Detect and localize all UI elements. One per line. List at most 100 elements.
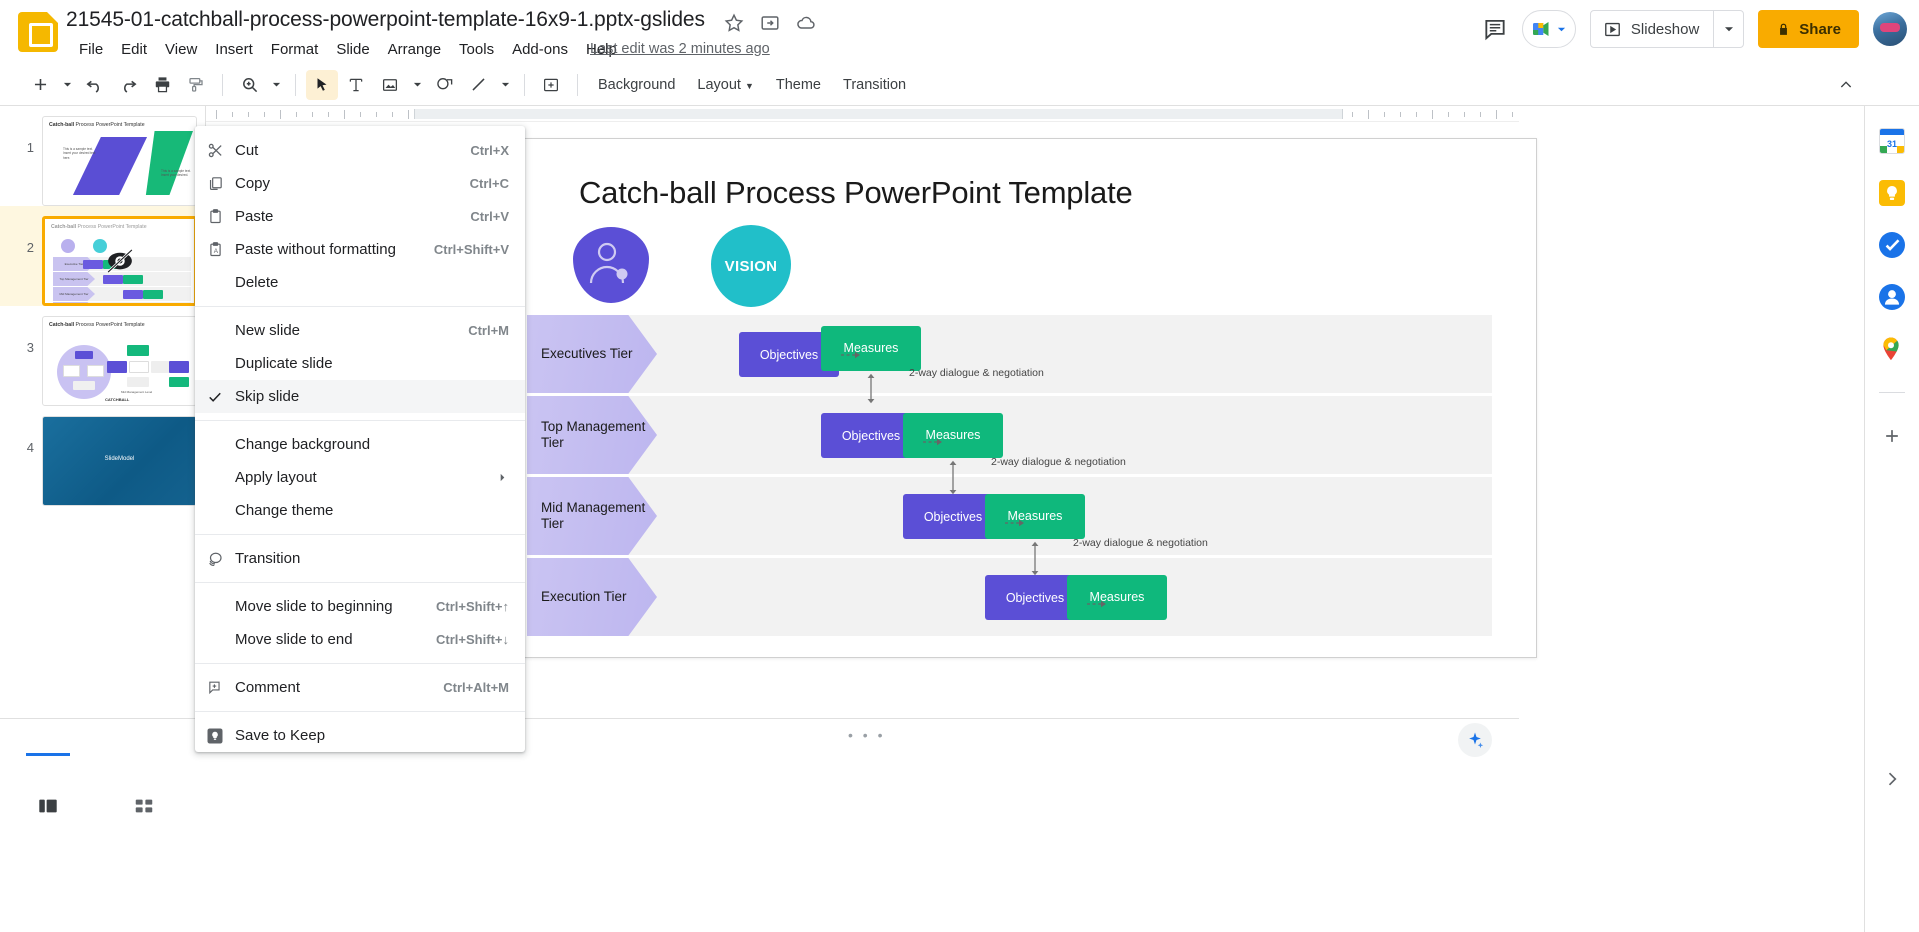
menu-item-move-slide-to-end[interactable]: Move slide to end Ctrl+Shift+↓	[195, 623, 525, 656]
slide-thumbnail-1[interactable]: Catch-ball Process PowerPoint Template T…	[42, 116, 197, 206]
menu-item-transition[interactable]: Transition	[195, 542, 525, 575]
shape-tool[interactable]	[428, 70, 460, 100]
layout-button[interactable]: Layout ▼	[687, 72, 763, 98]
chevron-up-icon[interactable]	[1831, 70, 1861, 100]
cloud-saved-icon[interactable]	[795, 12, 817, 34]
measures-box[interactable]: Measures	[985, 494, 1085, 539]
filmstrip-view-icon[interactable]	[24, 786, 72, 826]
add-comment-button[interactable]	[535, 70, 567, 100]
grid-view-icon[interactable]	[120, 786, 168, 826]
move-to-folder-icon[interactable]	[759, 12, 781, 34]
toolbar: Background Layout ▼ Theme Transition	[0, 64, 1919, 106]
filmstrip-row-3[interactable]: 3 Catch-ball Process PowerPoint Template…	[0, 306, 205, 406]
paint-format-button[interactable]	[180, 70, 212, 100]
menu-tools[interactable]: Tools	[450, 38, 503, 61]
transition-button[interactable]: Transition	[833, 72, 916, 98]
side-panel: 31	[1864, 106, 1919, 932]
menu-file[interactable]: File	[70, 38, 112, 61]
slideshow-label: Slideshow	[1630, 20, 1700, 38]
filmstrip-row-2[interactable]: 2 Catch-ball Process PowerPoint Template…	[0, 206, 205, 306]
image-caret-icon[interactable]	[408, 70, 426, 100]
vision-shape[interactable]: VISION	[711, 225, 791, 307]
menu-item-new-slide[interactable]: New slide Ctrl+M	[195, 314, 525, 347]
slide-number: 2	[26, 240, 34, 255]
menu-item-apply-layout[interactable]: Apply layout	[195, 461, 525, 494]
horizontal-ruler[interactable]	[206, 106, 1519, 122]
avatar[interactable]	[1873, 12, 1907, 46]
new-slide-button[interactable]	[24, 70, 56, 100]
menu-item-move-slide-to-beginning[interactable]: Move slide to beginning Ctrl+Shift+↑	[195, 590, 525, 623]
slide-thumbnail-3[interactable]: Catch-ball Process PowerPoint Template C…	[42, 316, 197, 406]
menu-item-duplicate-slide[interactable]: Duplicate slide	[195, 347, 525, 380]
menu-view[interactable]: View	[156, 38, 206, 61]
blue-arrow-shape	[73, 137, 147, 195]
google-meet-icon[interactable]	[1521, 10, 1576, 48]
menu-item-change-theme[interactable]: Change theme	[195, 494, 525, 527]
theme-button[interactable]: Theme	[766, 72, 831, 98]
menu-item-change-background[interactable]: Change background	[195, 428, 525, 461]
redo-button[interactable]	[112, 70, 144, 100]
tasks-icon[interactable]	[1879, 232, 1905, 258]
menu-item-copy[interactable]: Copy Ctrl+C	[195, 167, 525, 200]
comment-icon[interactable]	[1482, 16, 1508, 42]
last-edit-status[interactable]: Last edit was 2 minutes ago	[590, 41, 770, 57]
line-caret-icon[interactable]	[496, 70, 514, 100]
tier-row-1[interactable]: Executives Tier Objectives Measures	[521, 315, 1536, 393]
measures-box[interactable]: Measures	[1067, 575, 1167, 620]
menu-slide[interactable]: Slide	[327, 38, 378, 61]
filmstrip-row-1[interactable]: 1 Catch-ball Process PowerPoint Template…	[0, 106, 205, 206]
select-tool[interactable]	[306, 69, 338, 100]
line-tool[interactable]	[462, 70, 494, 100]
slideshow-button[interactable]: Slideshow	[1589, 10, 1745, 48]
measures-box[interactable]: Measures	[821, 326, 921, 371]
zoom-caret-icon[interactable]	[267, 70, 285, 100]
explore-button[interactable]	[1458, 723, 1492, 757]
new-slide-caret-icon[interactable]	[58, 70, 76, 100]
slides-logo-icon[interactable]	[18, 12, 58, 52]
slidemodel-logo: SlideModel	[104, 456, 135, 463]
image-tool[interactable]	[374, 70, 406, 100]
tier-label: Execution Tier	[541, 588, 627, 604]
menu-item-skip-slide[interactable]: Skip slide	[195, 380, 525, 413]
share-button[interactable]: Share	[1758, 10, 1859, 48]
chevron-right-icon[interactable]	[1882, 769, 1902, 794]
add-addon-icon[interactable]	[1879, 423, 1905, 449]
document-title[interactable]: 21545-01-catchball-process-powerpoint-te…	[66, 8, 705, 32]
zoom-button[interactable]	[233, 70, 265, 100]
slide-title[interactable]: Catch-ball Process PowerPoint Template	[579, 175, 1133, 211]
keep-icon[interactable]	[1879, 180, 1905, 206]
node-box	[129, 361, 149, 373]
slide-context-menu[interactable]: Cut Ctrl+X Copy Ctrl+C Paste Ctrl+V A Paste wit…	[195, 126, 525, 752]
slideshow-caret-icon[interactable]	[1713, 11, 1743, 47]
filmstrip-row-4[interactable]: 4 SlideModel	[0, 406, 205, 506]
background-button[interactable]: Background	[588, 72, 685, 98]
undo-button[interactable]	[78, 70, 110, 100]
menu-arrange[interactable]: Arrange	[379, 38, 450, 61]
menu-item-label: Cut	[235, 142, 259, 159]
slide-thumbnail-4[interactable]: SlideModel	[42, 416, 197, 506]
menu-add-ons[interactable]: Add-ons	[503, 38, 577, 61]
speaker-notes-handle[interactable]: • • •	[848, 727, 885, 743]
print-button[interactable]	[146, 70, 178, 100]
menu-item-save-to-keep[interactable]: Save to Keep	[195, 719, 525, 752]
menu-separator	[195, 306, 525, 307]
transition-icon	[195, 550, 235, 568]
calendar-icon[interactable]: 31	[1879, 128, 1905, 154]
slide-canvas[interactable]: Catch-ball Process PowerPoint Template V…	[520, 138, 1537, 658]
menu-insert[interactable]: Insert	[206, 38, 262, 61]
text-box-tool[interactable]	[340, 70, 372, 100]
contacts-icon[interactable]	[1879, 284, 1905, 310]
slide-thumbnail-2[interactable]: Catch-ball Process PowerPoint Template E…	[42, 216, 197, 306]
menu-item-cut[interactable]: Cut Ctrl+X	[195, 134, 525, 167]
menu-item-paste[interactable]: Paste Ctrl+V	[195, 200, 525, 233]
star-icon[interactable]	[723, 12, 745, 34]
menu-item-delete[interactable]: Delete	[195, 266, 525, 299]
person-gear-icon[interactable]	[573, 227, 649, 303]
menu-item-comment[interactable]: Comment Ctrl+Alt+M	[195, 671, 525, 704]
menu-item-paste-without-formatting[interactable]: A Paste without formatting Ctrl+Shift+V	[195, 233, 525, 266]
slide-filmstrip[interactable]: 1 Catch-ball Process PowerPoint Template…	[0, 106, 206, 718]
menu-edit[interactable]: Edit	[112, 38, 156, 61]
menu-format[interactable]: Format	[262, 38, 328, 61]
maps-icon[interactable]	[1879, 336, 1905, 362]
measures-box[interactable]: Measures	[903, 413, 1003, 458]
